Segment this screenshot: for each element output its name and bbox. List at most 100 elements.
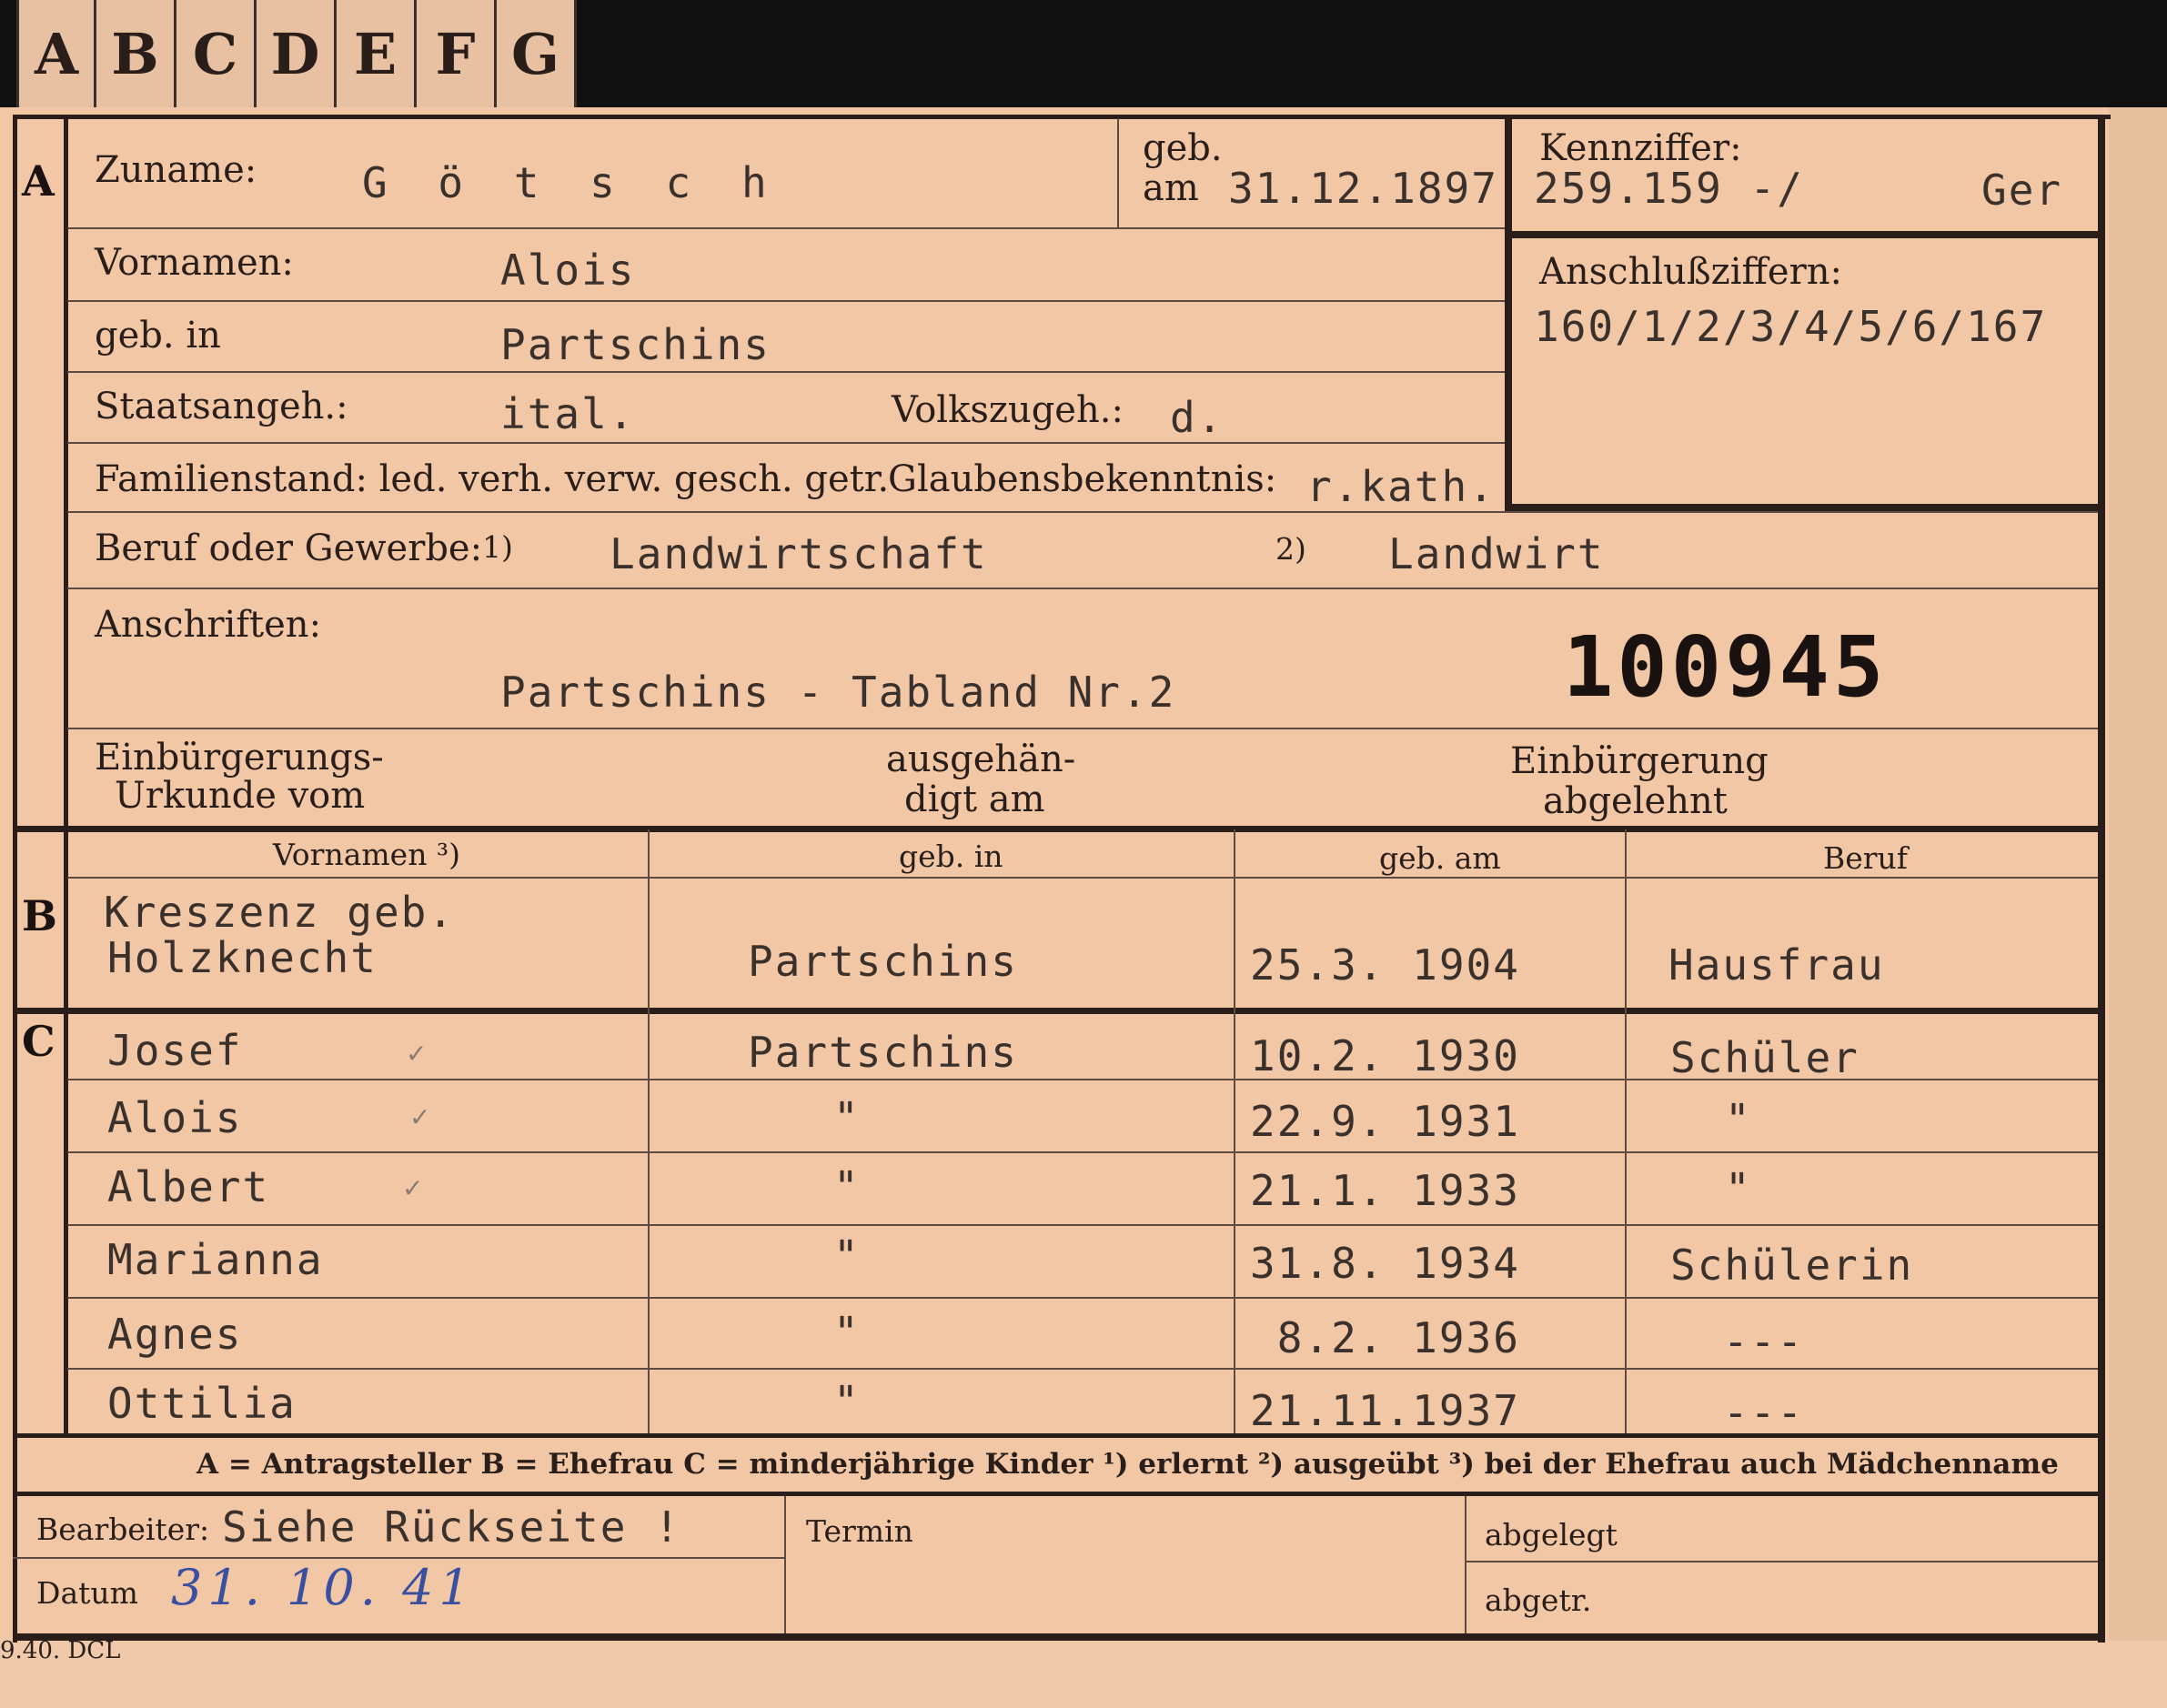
row-line [67, 300, 1505, 302]
spouse-geb-in: Partschins [748, 937, 1018, 986]
footer-row-line [1467, 1561, 2098, 1562]
child-geb-in: Partschins [748, 1028, 1018, 1077]
row-line [67, 1297, 2098, 1299]
ausgehaend-label-1: ausgehän- [886, 738, 1076, 780]
frame-top [16, 115, 2111, 119]
child-beruf: " [1725, 1095, 1752, 1144]
child-beruf: --- [1723, 1317, 1805, 1366]
child-name: Ottilia [107, 1379, 297, 1428]
termin-label: Termin [806, 1513, 913, 1549]
tab-g[interactable]: G [497, 0, 577, 107]
row-line [67, 1224, 2098, 1226]
tab-a[interactable]: A [16, 0, 96, 107]
volk-value: d. [1170, 393, 1225, 442]
spouse-name-line1: Kreszenz geb. [104, 888, 456, 937]
child-geb-in: " [833, 1162, 861, 1211]
spouse-name-line2: Holzknecht [107, 933, 378, 982]
col-divider [1234, 829, 1235, 1433]
geb-in-value: Partschins [500, 320, 771, 369]
kennziffer-box-bottom [1505, 504, 2098, 511]
geb-divider [1117, 118, 1119, 227]
footer-divider [784, 1496, 786, 1633]
vornamen-value: Alois [500, 246, 636, 295]
child-name: Alois [107, 1093, 243, 1142]
section-b-top [13, 826, 2098, 832]
row-line [67, 511, 2098, 513]
child-beruf: --- [1723, 1388, 1805, 1437]
beruf-note-2: 2) [1275, 531, 1306, 567]
vornamen-label: Vornamen: [95, 242, 294, 284]
abgetr-label: abgetr. [1485, 1582, 1592, 1618]
spouse-geb-am: 25.3. 1904 [1250, 940, 1520, 990]
tab-e[interactable]: E [337, 0, 417, 107]
child-name: Albert [107, 1162, 270, 1211]
glaube-value: r.kath. [1306, 462, 1496, 511]
child-beruf: Schülerin [1670, 1241, 1914, 1290]
child-geb-am: 22.9. 1931 [1250, 1097, 1520, 1146]
child-geb-in: " [833, 1231, 861, 1281]
card-edge [2109, 107, 2167, 1708]
child-name: Marianna [107, 1235, 324, 1284]
anschluss-value: 160/1/2/3/4/5/6/167 [1534, 302, 2048, 351]
kennziffer-suffix: Ger [1981, 166, 2063, 215]
einb-urkunde-label-1: Einbürgerungs- [95, 737, 384, 779]
tab-b[interactable]: B [96, 0, 176, 107]
einb-abgelehnt-label-1: Einbürgerung [1510, 740, 1769, 782]
staat-value: ital. [500, 389, 636, 438]
footer-divider [1465, 1496, 1467, 1633]
staat-label: Staatsangeh.: [95, 386, 348, 427]
am-label: am [1143, 167, 1199, 209]
glaube-label: Glaubensbekenntnis: [888, 458, 1277, 500]
section-a-letter: A [22, 156, 55, 206]
row-line [67, 227, 1505, 229]
checkmark-icon: ✓ [402, 1173, 424, 1203]
section-b-letter: B [22, 891, 57, 940]
header-beruf: Beruf [1823, 840, 1909, 876]
beruf-value-1: Landwirtschaft [610, 529, 988, 578]
geb-label: geb. [1143, 127, 1223, 169]
child-geb-am: 21.1. 1933 [1250, 1166, 1520, 1215]
register-tabs: A B C D E F G [16, 0, 577, 107]
datum-value: 31. 10. 41 [171, 1559, 476, 1616]
header-geb-in: geb. in [899, 839, 1003, 874]
ausgehaend-label-2: digt am [904, 779, 1045, 820]
geb-am-value: 31.12.1897 [1228, 164, 1498, 213]
frame-right [2098, 115, 2105, 1643]
anschluss-label: Anschlußziffern: [1539, 251, 1842, 293]
child-beruf: Schüler [1670, 1033, 1860, 1082]
kennziffer-value: 259.159 -/ [1534, 164, 1804, 213]
child-geb-am: 21.11.1937 [1250, 1386, 1520, 1435]
kennziffer-box-divider [1505, 231, 2098, 238]
child-geb-in: " [833, 1093, 861, 1142]
child-geb-am: 31.8. 1934 [1250, 1239, 1520, 1288]
header-vornamen: Vornamen ³) [273, 837, 461, 872]
header-row-line [67, 877, 2098, 879]
checkmark-icon: ✓ [409, 1102, 431, 1132]
frame-left [13, 115, 17, 1643]
einb-urkunde-label-2: Urkunde vom [115, 775, 366, 817]
tab-d[interactable]: D [257, 0, 337, 107]
section-c-top [13, 1008, 2098, 1014]
abgelegt-label: abgelegt [1485, 1517, 1618, 1552]
familienstand-label: Familienstand: led. verh. verw. gesch. g… [95, 458, 890, 500]
row-line [67, 1151, 2098, 1153]
col-divider [1625, 829, 1627, 1433]
section-column-line [64, 115, 68, 1433]
child-geb-am: 10.2. 1930 [1250, 1031, 1520, 1080]
row-line [67, 728, 2098, 729]
col-divider [648, 829, 650, 1433]
kennziffer-box-left [1505, 115, 1512, 511]
zuname-value: G ö t s c h [362, 158, 780, 207]
child-geb-am: 8.2. 1936 [1250, 1313, 1520, 1362]
child-geb-in: " [833, 1377, 861, 1426]
row-line [67, 588, 2098, 589]
child-name: Josef [107, 1026, 243, 1075]
row-line [67, 1368, 2098, 1370]
stamp-number: 100945 [1563, 618, 1888, 716]
tab-f[interactable]: F [417, 0, 497, 107]
zuname-label: Zuname: [95, 149, 257, 191]
bearbeiter-value: Siehe Rückseite ! [222, 1502, 681, 1552]
datum-label: Datum [36, 1575, 138, 1611]
tab-c[interactable]: C [176, 0, 257, 107]
beruf-note-1: 1) [482, 529, 513, 565]
